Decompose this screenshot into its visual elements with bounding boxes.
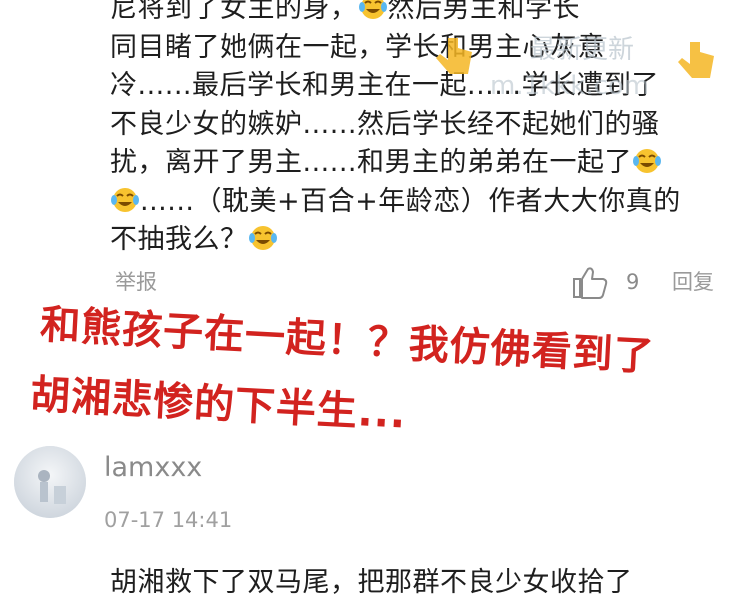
comment-line: 冷......最后学长和男主在一起......学长遭到了: [110, 70, 659, 101]
comment-line-text: 不抽我么？: [110, 224, 248, 255]
like-count: 9: [626, 270, 640, 294]
overlay-caption-line: 和熊孩子在一起！？我仿佛看到了: [39, 301, 656, 381]
comment-timestamp: 07-17 14:41: [104, 508, 233, 532]
laughing-crying-emoji-icon: [358, 0, 387, 19]
overlay-caption-line: 胡湘悲惨的下半生...: [29, 371, 408, 438]
comment-line: 尼将到了女主的身， 然后男主和学长: [110, 0, 730, 29]
comment-line: 不良少女的嫉妒......然后学长经不起她们的骚: [110, 108, 660, 140]
comment-line-text: 尼将到了女主的身，: [110, 0, 358, 24]
reply-button[interactable]: 回复: [672, 266, 714, 296]
report-button[interactable]: 举报: [115, 266, 157, 296]
comment-actions: 举报 9 回复: [0, 262, 750, 302]
thumbs-up-icon: [573, 267, 608, 299]
avatar-image: [14, 446, 86, 518]
comment-line-text: ......（耽美+百合+年龄恋）作者大大你真的: [140, 185, 681, 217]
comment-line-text: 然后男主和学长: [387, 0, 580, 24]
laughing-crying-emoji-icon: [248, 226, 277, 250]
laughing-crying-emoji-icon: [111, 187, 139, 212]
like-button[interactable]: 9: [572, 262, 639, 302]
comment-username[interactable]: lamxxx: [104, 452, 202, 483]
comment-line: 扰，离开了男主......和男主的弟弟在一起了: [110, 144, 730, 183]
comment-line-text: 扰，离开了男主......和男主的弟弟在一起了: [110, 147, 632, 178]
comment-text: 胡湘救下了双马尾，把那群不良少女收拾了: [110, 567, 633, 598]
comment-line: ......（耽美+百合+年龄恋）作者大大你真的: [110, 183, 730, 222]
laughing-crying-emoji-icon: [633, 149, 661, 173]
comment-line: 不抽我么？: [110, 221, 730, 260]
comment-body: 尼将到了女主的身， 然后男主和学长 同目睹了她俩在一起，学长和男主心灰意 冷...…: [110, 0, 730, 260]
comment-line: 同目睹了她俩在一起，学长和男主心灰意: [110, 31, 605, 63]
avatar[interactable]: [14, 446, 86, 518]
